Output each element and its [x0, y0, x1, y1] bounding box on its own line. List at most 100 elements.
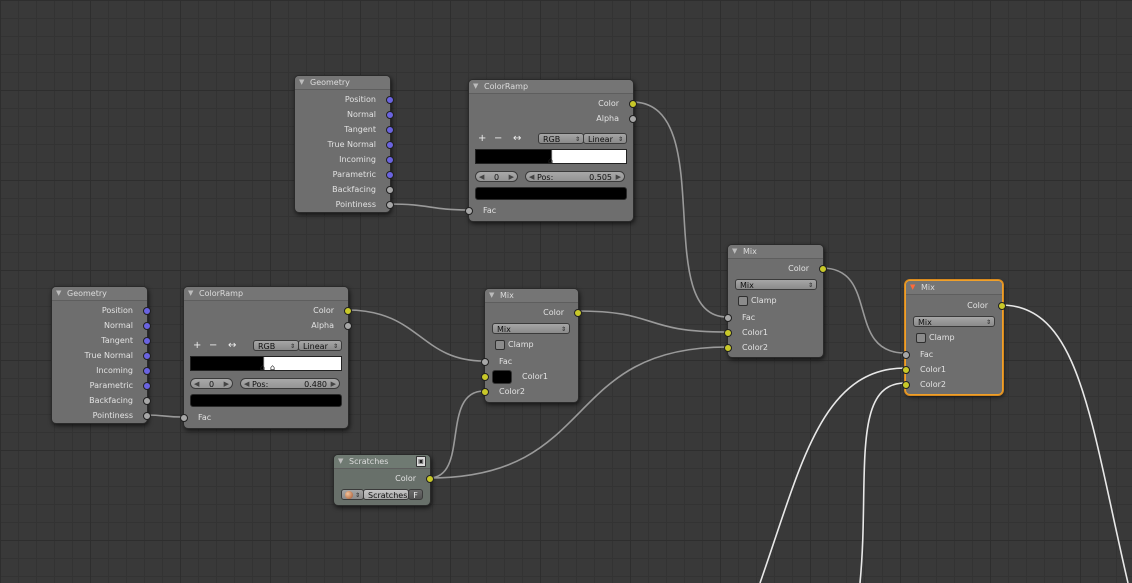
remove-stop-icon[interactable]: − — [494, 133, 502, 144]
position-socket[interactable] — [386, 96, 394, 104]
color-output-socket[interactable] — [426, 475, 434, 483]
collapse-arrow-icon[interactable]: ▼ — [338, 455, 343, 468]
stop-color-swatch[interactable] — [475, 187, 627, 200]
fac-input-socket[interactable] — [902, 351, 910, 359]
mix-node-selected[interactable]: ▼ Mix Color Mix ⇕ Clamp Fac Color1 Color2 — [902, 280, 1006, 395]
flip-ramp-icon[interactable]: ↔ — [228, 340, 236, 351]
link-mix-right-to-mix-selected-fac — [821, 267, 906, 354]
color2-input-socket[interactable] — [724, 344, 732, 352]
flip-ramp-icon[interactable]: ↔ — [513, 133, 521, 144]
mix-node-right[interactable]: ▼ Mix Color Mix ⇕ Clamp Fac Color1 Color2 — [724, 244, 827, 358]
incoming-socket[interactable] — [386, 156, 394, 164]
fac-input-socket[interactable] — [481, 358, 489, 366]
texture-name-field[interactable]: Scratches — [363, 489, 409, 500]
node-header[interactable]: ▼ Geometry — [52, 287, 147, 301]
normal-socket[interactable] — [386, 111, 394, 119]
texture-browse-button[interactable]: ⇕ — [341, 489, 364, 500]
collapse-arrow-icon[interactable]: ▼ — [489, 289, 494, 302]
blend-mode-dropdown[interactable]: Mix ⇕ — [913, 316, 995, 327]
clamp-checkbox[interactable] — [495, 340, 505, 350]
updown-icon: ⇕ — [807, 282, 813, 289]
collapse-arrow-icon[interactable]: ▼ — [188, 287, 193, 300]
geometry-node-top[interactable]: ▼ Geometry Position Normal Tangent True … — [294, 75, 394, 213]
fac-input-socket[interactable] — [724, 314, 732, 322]
node-group-icon[interactable]: ▣ — [416, 456, 426, 467]
color1-input-socket[interactable] — [481, 373, 489, 381]
alpha-output-socket[interactable] — [344, 322, 352, 330]
color2-input-socket[interactable] — [902, 381, 910, 389]
color-ramp-gradient[interactable] — [190, 356, 342, 371]
color-output-socket[interactable] — [819, 265, 827, 273]
position-field[interactable]: ◀ Pos: 0.480 ▶ — [240, 378, 340, 389]
output-normal: Normal — [104, 321, 133, 330]
color-output-socket[interactable] — [998, 302, 1006, 310]
color-output-socket[interactable] — [629, 100, 637, 108]
incoming-socket[interactable] — [143, 367, 151, 375]
backfacing-socket[interactable] — [143, 397, 151, 405]
ramp-stop-marker[interactable]: ⌂ — [270, 363, 275, 372]
normal-socket[interactable] — [143, 322, 151, 330]
true-normal-socket[interactable] — [386, 141, 394, 149]
color1-input-socket[interactable] — [902, 366, 910, 374]
increment-arrow-icon[interactable]: ▶ — [224, 379, 229, 390]
ramp-stop-marker[interactable]: ⌂ — [260, 363, 265, 372]
ramp-stop-marker[interactable]: ⌂ — [548, 156, 553, 165]
add-stop-icon[interactable]: + — [478, 133, 486, 144]
backfacing-socket[interactable] — [386, 186, 394, 194]
stop-color-swatch[interactable] — [190, 394, 342, 407]
collapse-arrow-icon[interactable]: ▼ — [56, 287, 61, 300]
pointiness-socket[interactable] — [386, 201, 394, 209]
node-header[interactable]: ▼ ColorRamp — [184, 287, 348, 301]
blend-mode-dropdown[interactable]: Mix ⇕ — [492, 323, 570, 334]
node-header[interactable]: ▼ Scratches ▣ — [334, 455, 430, 469]
position-field[interactable]: ◀ Pos: 0.505 ▶ — [525, 171, 625, 182]
input-fac-label: Fac — [483, 206, 497, 215]
true-normal-socket[interactable] — [143, 352, 151, 360]
color1-swatch[interactable] — [492, 370, 512, 384]
mix-node-middle[interactable]: ▼ Mix Color Mix ⇕ Clamp Fac Color1 Color2 — [481, 288, 582, 403]
color2-input-socket[interactable] — [481, 388, 489, 396]
parametric-socket[interactable] — [143, 382, 151, 390]
fac-input-socket[interactable] — [465, 207, 473, 215]
tangent-socket[interactable] — [143, 337, 151, 345]
color-mode-dropdown[interactable]: RGB ⇕ — [253, 340, 299, 351]
parametric-socket[interactable] — [386, 171, 394, 179]
decrement-arrow-icon[interactable]: ◀ — [529, 172, 534, 183]
tangent-socket[interactable] — [386, 126, 394, 134]
collapse-arrow-icon[interactable]: ▼ — [473, 80, 478, 93]
stop-index-field[interactable]: ◀ 0 ▶ — [475, 171, 518, 182]
node-header[interactable]: ▼ Geometry — [295, 76, 390, 90]
pointiness-socket[interactable] — [143, 412, 151, 420]
colorramp-node-bottom[interactable]: ▼ ColorRamp Color Alpha + − ↔ RGB ⇕ Linea… — [180, 286, 352, 429]
stop-index-field[interactable]: ◀ 0 ▶ — [190, 378, 233, 389]
fac-input-socket[interactable] — [180, 414, 188, 422]
remove-stop-icon[interactable]: − — [209, 340, 217, 351]
collapse-arrow-icon[interactable]: ▼ — [910, 281, 915, 294]
collapse-arrow-icon[interactable]: ▼ — [732, 245, 737, 258]
node-header[interactable]: ▼ Mix — [728, 245, 823, 259]
geometry-node-bottom[interactable]: ▼ Geometry Position Normal Tangent True … — [51, 286, 151, 424]
color1-input-socket[interactable] — [724, 329, 732, 337]
alpha-output-socket[interactable] — [629, 115, 637, 123]
blend-mode-dropdown[interactable]: Mix ⇕ — [735, 279, 817, 290]
fake-user-button[interactable]: F — [408, 489, 423, 500]
increment-arrow-icon[interactable]: ▶ — [509, 172, 514, 183]
scratches-texture-node[interactable]: ▼ Scratches ▣ Color ⇕ Scratches F — [333, 454, 434, 506]
clamp-checkbox[interactable] — [738, 296, 748, 306]
position-socket[interactable] — [143, 307, 151, 315]
collapse-arrow-icon[interactable]: ▼ — [299, 76, 304, 89]
color-mode-dropdown[interactable]: RGB ⇕ — [538, 133, 584, 144]
decrement-arrow-icon[interactable]: ◀ — [244, 379, 249, 390]
color-output-socket[interactable] — [344, 307, 352, 315]
node-header[interactable]: ▼ ColorRamp — [469, 80, 633, 94]
increment-arrow-icon[interactable]: ▶ — [331, 379, 336, 390]
add-stop-icon[interactable]: + — [193, 340, 201, 351]
increment-arrow-icon[interactable]: ▶ — [616, 172, 621, 183]
clamp-checkbox[interactable] — [916, 333, 926, 343]
interpolation-dropdown[interactable]: Linear ⇕ — [298, 340, 342, 351]
interpolation-dropdown[interactable]: Linear ⇕ — [583, 133, 627, 144]
colorramp-node-top[interactable]: ▼ ColorRamp Color Alpha + − ↔ RGB ⇕ Linea… — [465, 79, 637, 222]
node-header[interactable]: ▼ Mix — [485, 289, 578, 303]
node-header[interactable]: ▼ Mix — [906, 281, 1002, 295]
color-output-socket[interactable] — [574, 309, 582, 317]
